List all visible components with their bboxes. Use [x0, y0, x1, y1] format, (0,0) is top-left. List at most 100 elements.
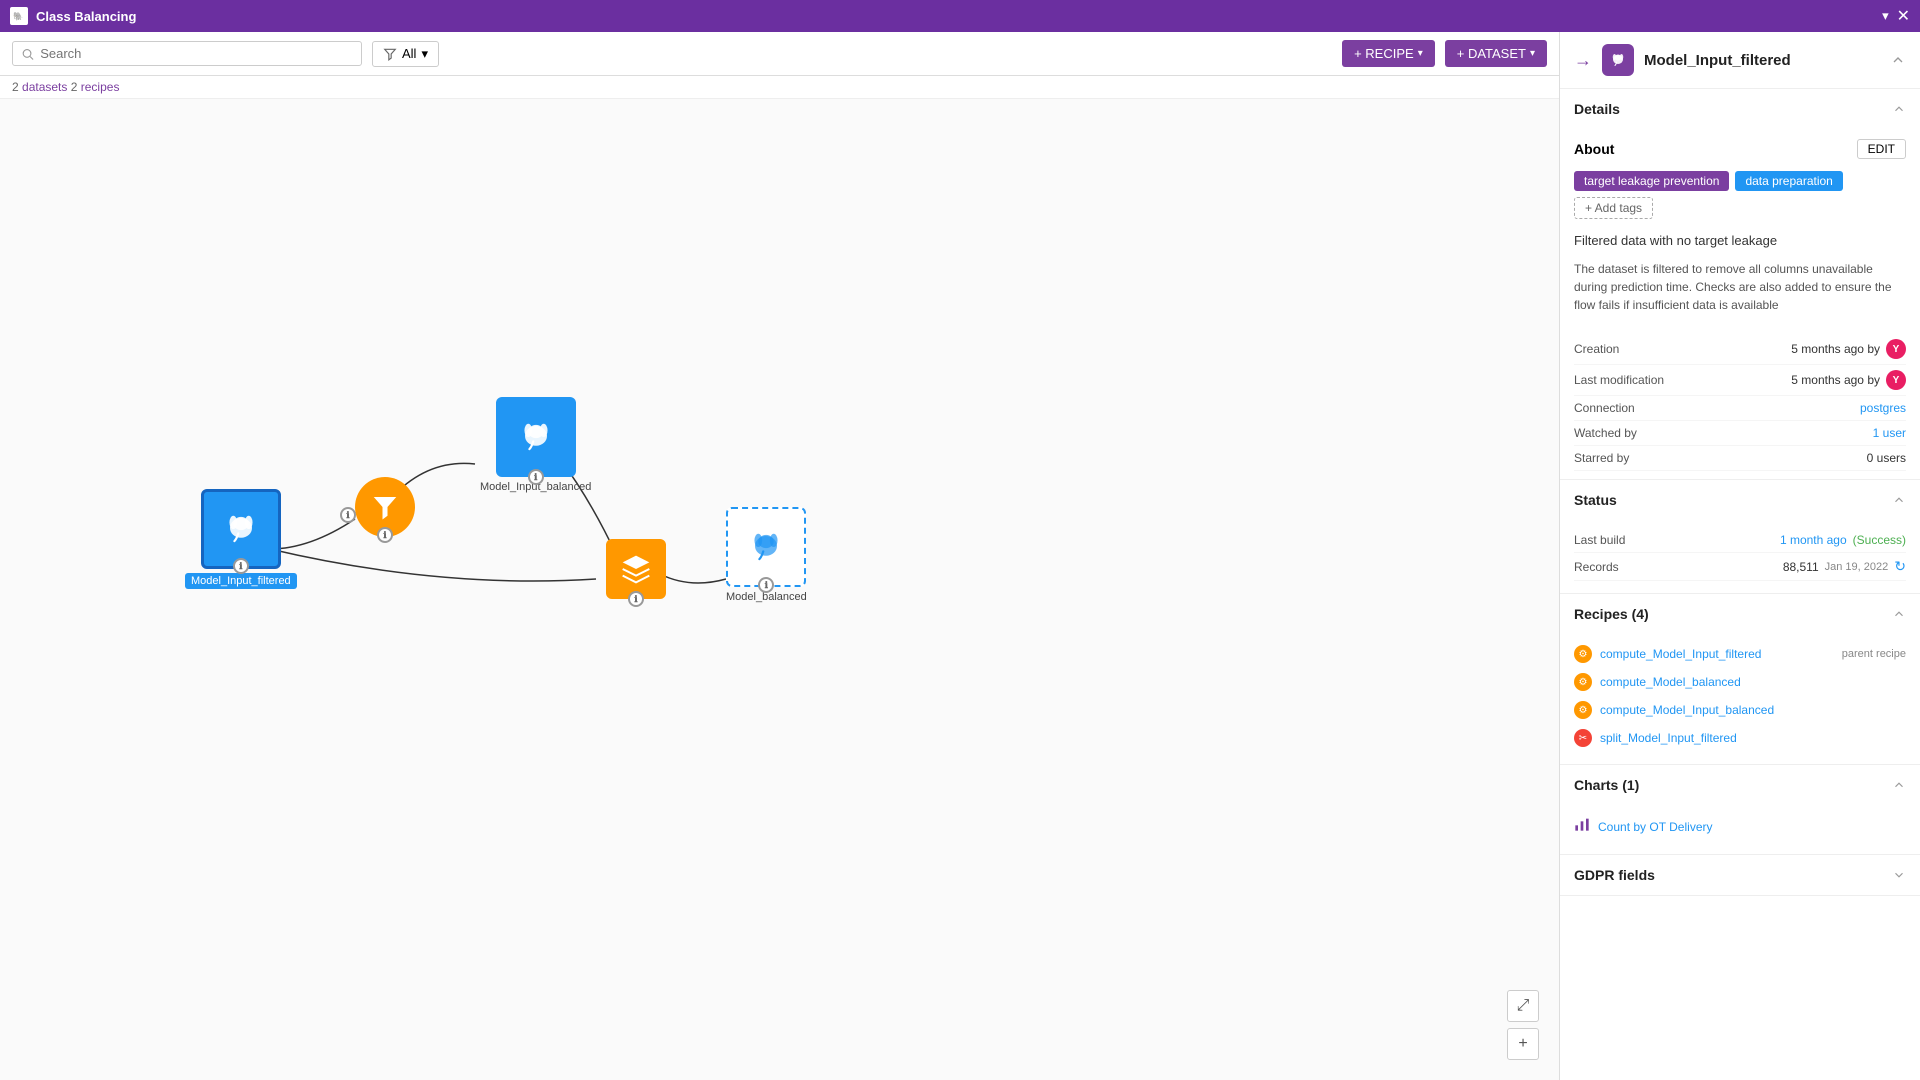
connection-label: Connection: [1574, 401, 1635, 415]
modification-value: 5 months ago by Y: [1791, 370, 1906, 390]
filter-button[interactable]: All ▾: [372, 41, 439, 67]
node-model-input-filtered[interactable]: ℹ Model_Input_filtered: [185, 489, 297, 589]
gdpr-expand-icon: [1892, 868, 1906, 882]
node-info-badge[interactable]: ℹ: [233, 558, 249, 574]
search-icon: [21, 47, 34, 61]
creation-label: Creation: [1574, 342, 1619, 356]
recipes-title: Recipes (4): [1574, 606, 1649, 622]
edit-button[interactable]: EDIT: [1857, 139, 1906, 159]
recipe-item-3: ⚙ compute_Model_Input_balanced: [1574, 696, 1906, 724]
zoom-in-button[interactable]: +: [1507, 1028, 1539, 1060]
charts-section: Charts (1) Count by OT Delivery: [1560, 765, 1920, 855]
rp-collapse-icon[interactable]: [1890, 52, 1906, 68]
recipe-link-1[interactable]: compute_Model_Input_filtered: [1600, 647, 1834, 661]
node-model-input-balanced[interactable]: ℹ Model_Input_balanced: [480, 397, 591, 493]
watched-value: 1 user: [1873, 426, 1906, 440]
creation-avatar: Y: [1886, 339, 1906, 359]
dataset-count: 2: [12, 80, 19, 94]
modification-time: 5 months ago by: [1791, 373, 1880, 387]
status-content: Last build 1 month ago (Success) Records…: [1560, 520, 1920, 593]
charts-title: Charts (1): [1574, 777, 1639, 793]
tag-target-leakage[interactable]: target leakage prevention: [1574, 171, 1729, 191]
svg-text:🐘: 🐘: [13, 11, 23, 21]
gdpr-title: GDPR fields: [1574, 867, 1655, 883]
meta-creation: Creation 5 months ago by Y: [1574, 334, 1906, 365]
starred-label: Starred by: [1574, 451, 1629, 465]
starred-value: 0 users: [1867, 451, 1906, 465]
elephant2-icon: [514, 415, 558, 459]
details-header[interactable]: Details: [1560, 89, 1920, 129]
charts-collapse-icon: [1892, 778, 1906, 792]
recipe-icon-1: ⚙: [1574, 645, 1592, 663]
recipe-item-2: ⚙ compute_Model_balanced: [1574, 668, 1906, 696]
filter-info-badge[interactable]: ℹ: [377, 527, 393, 543]
recipe-link-4[interactable]: split_Model_Input_filtered: [1600, 731, 1906, 745]
app-icon: 🐘: [10, 7, 28, 25]
model-balanced-info-badge[interactable]: ℹ: [758, 577, 774, 593]
close-button[interactable]: ✕: [1897, 6, 1910, 26]
creation-time: 5 months ago by: [1791, 342, 1880, 356]
chart-link-1[interactable]: Count by OT Delivery: [1598, 820, 1713, 834]
rp-back-arrow[interactable]: →: [1574, 50, 1592, 71]
records-label: Records: [1574, 560, 1619, 574]
modification-label: Last modification: [1574, 373, 1664, 387]
watched-label: Watched by: [1574, 426, 1637, 440]
status-collapse-icon: [1892, 493, 1906, 507]
bar-chart-icon: [1574, 816, 1590, 837]
meta-starred: Starred by 0 users: [1574, 446, 1906, 471]
gdpr-section: GDPR fields: [1560, 855, 1920, 896]
add-recipe-button[interactable]: + RECIPE ▾: [1342, 40, 1435, 67]
stack-icon: [620, 553, 652, 585]
modification-avatar: Y: [1886, 370, 1906, 390]
filter-info-left[interactable]: ℹ: [340, 507, 356, 523]
stack-info-badge[interactable]: ℹ: [628, 591, 644, 607]
title-dropdown[interactable]: ▾: [1882, 8, 1889, 24]
desc-body: The dataset is filtered to remove all co…: [1560, 256, 1920, 326]
flow-panel: All ▾ + RECIPE ▾ + DATASET ▾ 2 datasets …: [0, 32, 1560, 1080]
search-box[interactable]: [12, 41, 362, 66]
records-count: 88,511: [1783, 560, 1819, 574]
recipe-icon-4: ✂: [1574, 729, 1592, 747]
creation-value: 5 months ago by Y: [1791, 339, 1906, 359]
search-input[interactable]: [40, 46, 353, 61]
recipe-count: 2: [71, 80, 78, 94]
charts-header[interactable]: Charts (1): [1560, 765, 1920, 805]
status-title: Status: [1574, 492, 1617, 508]
about-title: About: [1574, 141, 1614, 157]
balanced-info-badge[interactable]: ℹ: [528, 469, 544, 485]
add-dataset-button[interactable]: + DATASET ▾: [1445, 40, 1547, 67]
node-filter[interactable]: ℹ: [355, 477, 415, 541]
flow-canvas[interactable]: ℹ Model_Input_filtered ℹ ℹ: [0, 99, 1559, 1080]
elephant-icon: [219, 507, 263, 551]
add-tag-button[interactable]: + Add tags: [1574, 197, 1653, 219]
recipe-link-2[interactable]: compute_Model_balanced: [1600, 675, 1906, 689]
datasets-link[interactable]: datasets: [22, 80, 71, 94]
expand-button[interactable]: ⤢: [1507, 990, 1539, 1022]
rp-node-icon: [1602, 44, 1634, 76]
recipes-header[interactable]: Recipes (4): [1560, 594, 1920, 634]
dataset-dropdown-arrow: ▾: [1530, 48, 1535, 59]
build-status: (Success): [1853, 533, 1906, 547]
toolbar: All ▾ + RECIPE ▾ + DATASET ▾: [0, 32, 1559, 76]
connection-link[interactable]: postgres: [1860, 401, 1906, 415]
build-link[interactable]: 1 month ago: [1780, 533, 1847, 547]
status-header[interactable]: Status: [1560, 480, 1920, 520]
node-model-balanced[interactable]: ℹ Model_balanced: [726, 507, 807, 603]
details-collapse-icon: [1892, 102, 1906, 116]
elephant3-icon: [744, 525, 788, 569]
recipes-section: Recipes (4) ⚙ compute_Model_Input_filter…: [1560, 594, 1920, 765]
rp-header: → Model_Input_filtered: [1560, 32, 1920, 89]
tag-data-prep[interactable]: data preparation: [1735, 171, 1842, 191]
recipes-link[interactable]: recipes: [81, 80, 120, 94]
gdpr-header[interactable]: GDPR fields: [1560, 855, 1920, 895]
recipe-icon-3: ⚙: [1574, 701, 1592, 719]
recipe-dropdown-arrow: ▾: [1418, 48, 1423, 59]
status-section: Status Last build 1 month ago (Success) …: [1560, 480, 1920, 594]
refresh-icon[interactable]: ↻: [1894, 558, 1906, 575]
node-stack[interactable]: ℹ: [606, 539, 666, 599]
tags-row: target leakage prevention data preparati…: [1560, 165, 1920, 225]
breadcrumb: 2 datasets 2 recipes: [0, 76, 1559, 99]
recipe-link-3[interactable]: compute_Model_Input_balanced: [1600, 703, 1906, 717]
meta-modification: Last modification 5 months ago by Y: [1574, 365, 1906, 396]
recipe-icon-2: ⚙: [1574, 673, 1592, 691]
